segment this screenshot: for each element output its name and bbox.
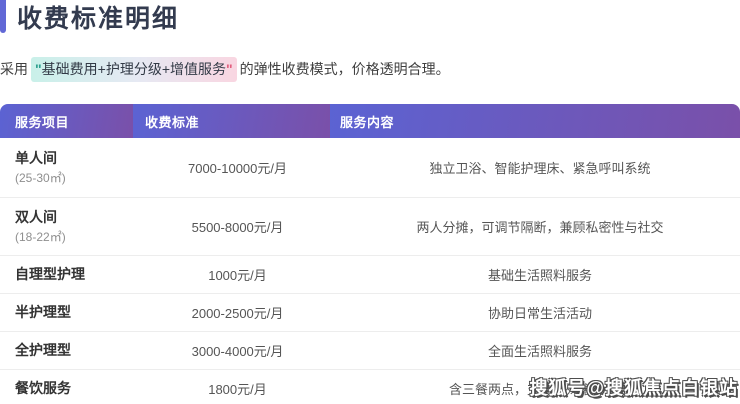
close-quote: " (226, 61, 233, 77)
content-cell: 基础生活照料服务 (330, 265, 740, 284)
price-cell: 7000-10000元/月 (133, 158, 330, 177)
open-quote: " (35, 61, 42, 77)
price-cell: 3000-4000元/月 (133, 341, 330, 360)
service-item-cell: 半护理型 (0, 303, 133, 322)
pricing-model-highlight: "基础费用+护理分级+增值服务" (31, 57, 237, 82)
header-service-content: 服务内容 (330, 104, 740, 138)
header-service-item: 服务项目 (0, 104, 133, 138)
table-header-row: 服务项目 收费标准 服务内容 (0, 104, 740, 138)
service-item-cell: 双人间 (18-22㎡) (0, 208, 133, 246)
table-row: 半护理型 2000-2500元/月 协助日常生活活动 (0, 294, 740, 332)
service-item-cell: 单人间 (25-30㎡) (0, 149, 133, 187)
sohu-watermark: 搜狐号@搜狐焦点白银站 (529, 374, 738, 400)
page-title: 收费标准明细 (17, 4, 179, 34)
item-name: 单人间 (15, 149, 133, 168)
header-fee-standard: 收费标准 (133, 104, 330, 138)
table-row: 双人间 (18-22㎡) 5500-8000元/月 两人分摊，可调节隔断，兼顾私… (0, 198, 740, 256)
item-name: 自理型护理 (15, 265, 133, 284)
service-item-cell: 全护理型 (0, 341, 133, 360)
highlight-text: 基础费用+护理分级+增值服务 (42, 61, 226, 77)
intro-prefix: 采用 (0, 61, 28, 77)
pricing-table: 服务项目 收费标准 服务内容 单人间 (25-30㎡) 7000-10000元/… (0, 104, 740, 404)
item-size: (18-22㎡) (15, 229, 133, 246)
item-name: 餐饮服务 (15, 379, 133, 398)
price-cell: 1000元/月 (133, 265, 330, 284)
table-row: 全护理型 3000-4000元/月 全面生活照料服务 (0, 332, 740, 370)
title-accent-bar (0, 0, 6, 33)
service-item-cell: 餐饮服务 (0, 379, 133, 398)
table-row: 自理型护理 1000元/月 基础生活照料服务 (0, 256, 740, 294)
price-cell: 2000-2500元/月 (133, 303, 330, 322)
item-name: 双人间 (15, 208, 133, 227)
price-cell: 1800元/月 (133, 379, 330, 398)
price-cell: 5500-8000元/月 (133, 217, 330, 236)
item-name: 半护理型 (15, 303, 133, 322)
content-cell: 全面生活照料服务 (330, 341, 740, 360)
service-item-cell: 自理型护理 (0, 265, 133, 284)
content-cell: 两人分摊，可调节隔断，兼顾私密性与社交 (330, 217, 740, 236)
intro-paragraph: 采用"基础费用+护理分级+增值服务"的弹性收费模式，价格透明合理。 (0, 57, 740, 82)
item-name: 全护理型 (15, 341, 133, 360)
intro-suffix: 的弹性收费模式，价格透明合理。 (240, 61, 450, 77)
item-size: (25-30㎡) (15, 170, 133, 187)
content-cell: 独立卫浴、智能护理床、紧急呼叫系统 (330, 158, 740, 177)
content-cell: 协助日常生活活动 (330, 303, 740, 322)
table-row: 单人间 (25-30㎡) 7000-10000元/月 独立卫浴、智能护理床、紧急… (0, 138, 740, 198)
